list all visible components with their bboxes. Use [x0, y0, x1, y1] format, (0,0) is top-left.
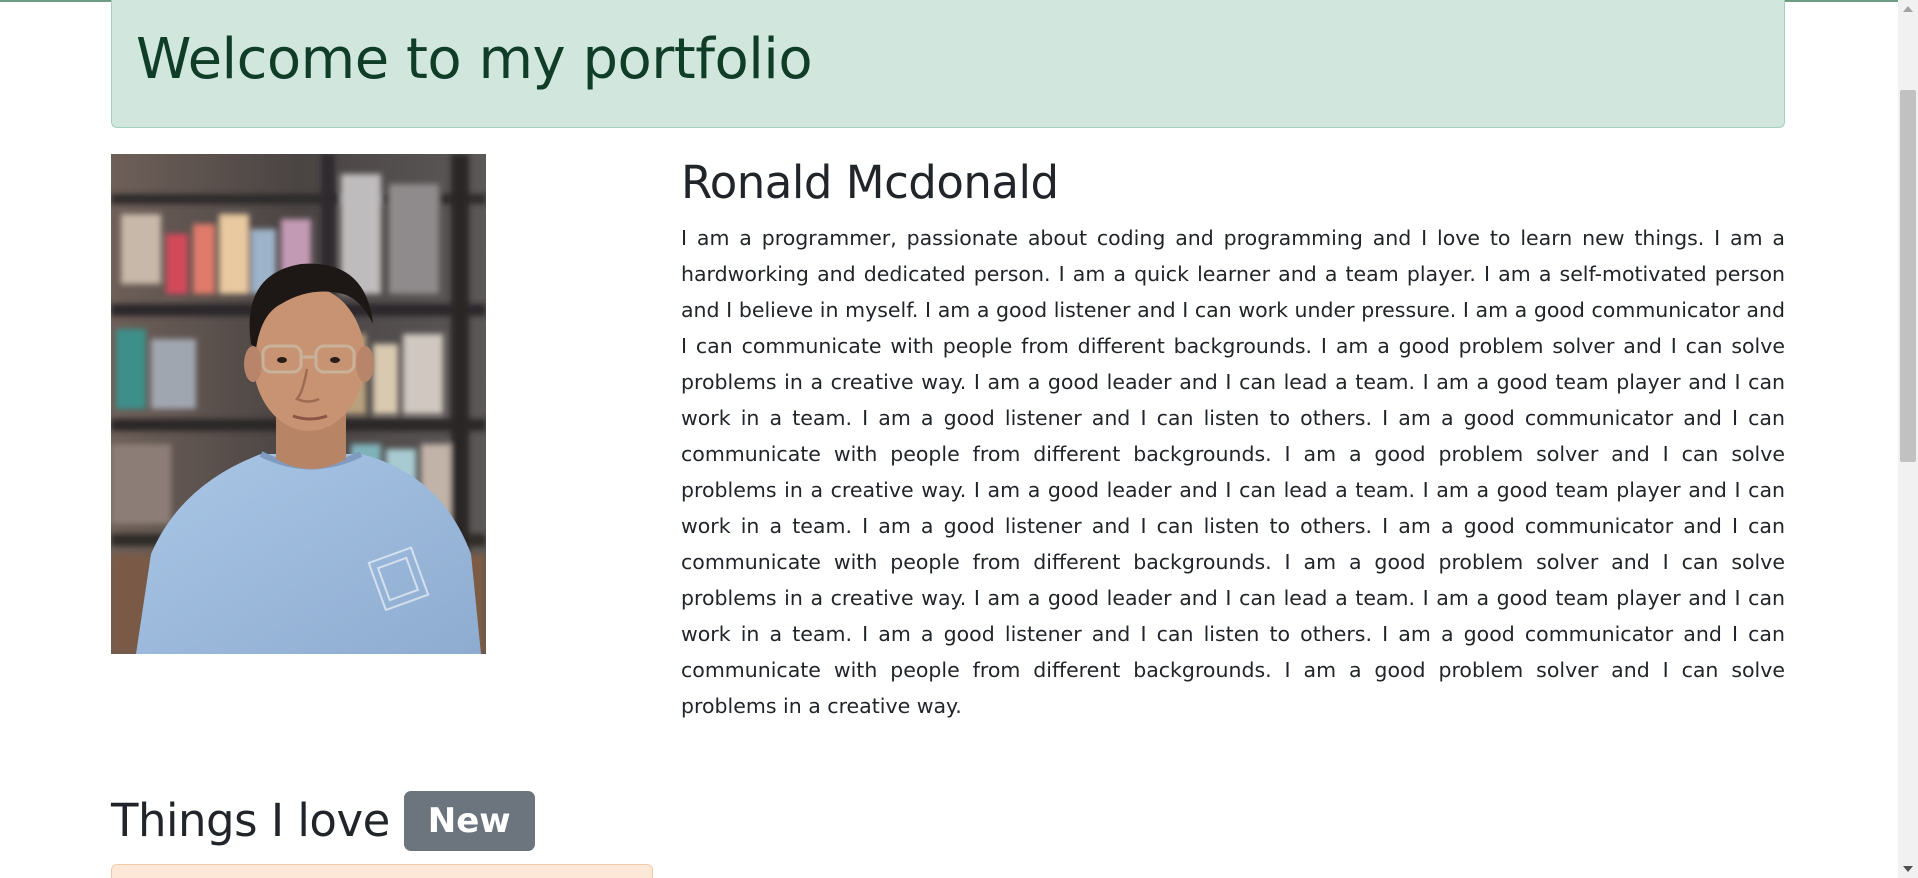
- things-i-love-header: Things I love New: [111, 790, 535, 852]
- profile-name: Ronald Mcdonald: [681, 156, 1059, 209]
- things-card: [111, 864, 653, 878]
- things-heading: Things I love: [111, 794, 390, 847]
- scroll-up-icon[interactable]: [1903, 6, 1913, 12]
- portrait-photo-icon: [111, 154, 486, 654]
- page-scrollbar[interactable]: [1898, 0, 1918, 878]
- welcome-banner: Welcome to my portfolio: [111, 0, 1785, 128]
- profile-bio: I am a programmer, passionate about codi…: [681, 226, 1785, 718]
- page-title: Welcome to my portfolio: [136, 27, 813, 92]
- profile-photo: [111, 154, 486, 654]
- scroll-thumb[interactable]: [1900, 90, 1916, 462]
- page-container: Welcome to my portfolio Ronald Mcdonald …: [111, 0, 1785, 878]
- new-badge: New: [403, 791, 535, 851]
- scroll-down-icon[interactable]: [1903, 866, 1913, 872]
- about-section: Ronald Mcdonald I am a programmer, passi…: [681, 156, 1785, 724]
